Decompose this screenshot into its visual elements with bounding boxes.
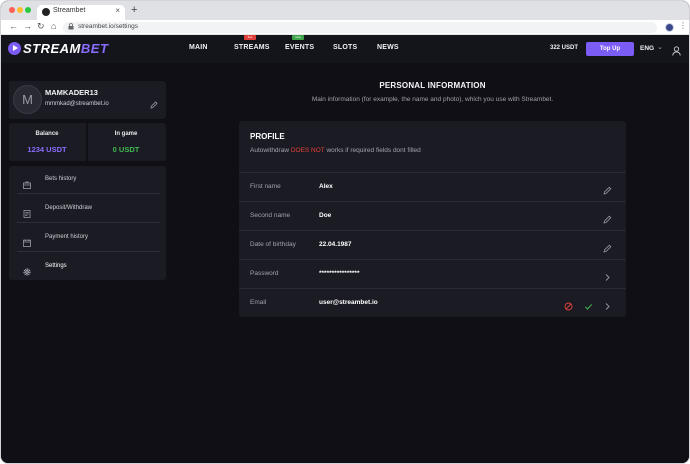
page-subtitle: Main information (for example, the name …: [311, 96, 554, 103]
sidebar-item-label: Bets history: [45, 176, 77, 182]
avatar[interactable]: M: [13, 85, 42, 114]
sidebar-item-label: Deposit/Withdraw: [45, 205, 93, 211]
balance-label: Balance: [35, 131, 59, 137]
pencil-icon[interactable]: [603, 240, 612, 253]
field-value: Doe: [319, 212, 332, 219]
check-icon[interactable]: [584, 298, 593, 310]
sidebar-item-bets-history[interactable]: Bets history: [17, 166, 160, 194]
sidebar-item-settings[interactable]: Settings: [17, 253, 160, 281]
new-badge: new: [292, 35, 304, 40]
field-row-first-name: First name Alex: [239, 172, 626, 201]
address-bar-row: ← → ↻ ⌂ streambet.io/settings ⋮: [1, 20, 689, 35]
field-label: Password: [250, 270, 279, 277]
browser-tabbar: Streambet × +: [1, 1, 689, 20]
pencil-icon[interactable]: [603, 211, 612, 224]
maximize-window-button[interactable]: [25, 7, 31, 13]
nav-slots[interactable]: SLOTS: [333, 44, 357, 51]
field-value: user@streambet.io: [319, 299, 378, 306]
nav-events[interactable]: EVENTS: [285, 44, 314, 51]
in-game-label: In game: [114, 131, 138, 137]
field-label: Second name: [250, 212, 291, 219]
sidebar-menu: Bets history Deposit/Withdraw Payment hi…: [9, 166, 166, 280]
field-row-email: Email user@streambet.io: [239, 288, 626, 317]
in-game-value: 0 USDT: [112, 145, 140, 154]
chevron-down-icon[interactable]: ⌄: [657, 43, 663, 51]
lock-icon: [68, 23, 74, 32]
top-up-button[interactable]: Top Up: [586, 42, 634, 56]
new-tab-button[interactable]: +: [131, 4, 137, 16]
nav-main[interactable]: MAIN: [189, 44, 208, 51]
language-selector[interactable]: ENG: [640, 45, 654, 52]
document-icon: [23, 205, 31, 218]
site-header: STREAMBET MAIN live STREAMS new EVENTS S…: [1, 35, 689, 63]
user-icon[interactable]: [672, 43, 681, 56]
field-row-date-of-birthday: Date of birthday 22.04.1987: [239, 230, 626, 259]
forward-button[interactable]: →: [23, 21, 32, 31]
nav-streams[interactable]: STREAMS: [234, 44, 270, 51]
field-label: Email: [250, 299, 267, 306]
back-button[interactable]: ←: [9, 21, 18, 31]
in-game-column: In game 0 USDT: [88, 123, 164, 161]
browser-window: Streambet × + ← → ↻ ⌂ streambet.io/setti…: [0, 0, 690, 464]
reload-button[interactable]: ↻: [37, 21, 45, 32]
page-content: M MAMKADER13 mmmkad@streambet.io Balance…: [1, 63, 689, 463]
minimize-window-button[interactable]: [17, 7, 23, 13]
cancel-icon[interactable]: [564, 298, 573, 311]
sidebar-item-label: Settings: [45, 263, 67, 269]
tab-close-icon[interactable]: ×: [115, 6, 120, 15]
sidebar-item-label: Payment history: [45, 234, 89, 240]
field-row-second-name: Second name Doe: [239, 201, 626, 230]
user-email: mmmkad@streambet.io: [45, 101, 109, 107]
sidebar-item-payment-history[interactable]: Payment history: [17, 224, 160, 252]
browser-menu-icon[interactable]: ⋮: [679, 21, 687, 30]
calendar-icon: [23, 234, 31, 247]
field-label: Date of birthday: [250, 241, 296, 248]
url-input[interactable]: streambet.io/settings: [63, 22, 657, 33]
balance-value: 1234 USDT: [27, 145, 67, 154]
edit-profile-pencil-icon[interactable]: [150, 96, 158, 109]
url-text: streambet.io/settings: [78, 23, 138, 30]
field-label: First name: [250, 183, 281, 190]
briefcase-icon: [23, 176, 31, 189]
logo-text: STREAMBET: [23, 41, 109, 56]
browser-profile-avatar[interactable]: [665, 23, 674, 32]
user-card: M MAMKADER13 mmmkad@streambet.io: [9, 81, 166, 119]
globe-icon: [42, 8, 50, 16]
chevron-right-icon[interactable]: [603, 269, 612, 281]
field-row-password: Password ****************: [239, 259, 626, 288]
browser-tab[interactable]: Streambet ×: [37, 5, 125, 20]
play-logo-icon: [8, 42, 21, 55]
chevron-right-icon[interactable]: [603, 298, 612, 310]
page-title: PERSONAL INFORMATION: [379, 81, 486, 90]
field-value: 22.04.1987: [319, 241, 352, 248]
field-value: ****************: [319, 270, 360, 277]
profile-card: PROFILE Autowithdraw DOES NOT works if r…: [239, 121, 626, 317]
balance-column: Balance 1234 USDT: [9, 123, 85, 161]
live-badge: live: [244, 35, 256, 40]
profile-heading: PROFILE: [250, 132, 285, 141]
username: MAMKADER13: [45, 88, 98, 97]
nav-news[interactable]: NEWS: [377, 44, 399, 51]
gear-icon: [23, 263, 31, 276]
home-button[interactable]: ⌂: [51, 21, 56, 31]
sidebar-item-deposit-withdraw[interactable]: Deposit/Withdraw: [17, 195, 160, 223]
autowithdraw-warning: Autowithdraw DOES NOT works if required …: [250, 147, 421, 154]
pencil-icon[interactable]: [603, 182, 612, 195]
close-window-button[interactable]: [9, 7, 15, 13]
header-balance: 322 USDT: [550, 45, 579, 51]
tab-title: Streambet: [53, 7, 86, 14]
field-value: Alex: [319, 183, 333, 190]
balance-card: Balance 1234 USDT In game 0 USDT: [9, 123, 166, 161]
